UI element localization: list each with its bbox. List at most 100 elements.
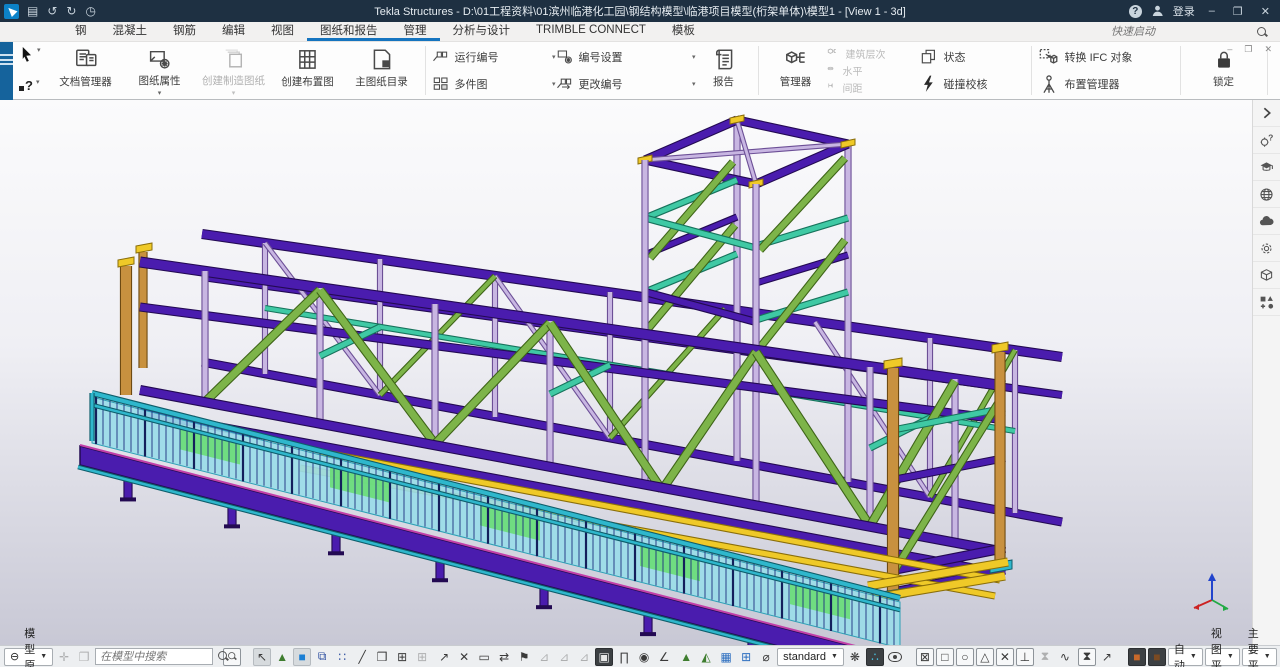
origin-icon: ⊖ <box>10 650 19 663</box>
tab-混凝土[interactable]: 混凝土 <box>100 22 161 41</box>
context-help[interactable]: ? <box>1253 127 1280 154</box>
select-marks[interactable]: ⚑ <box>515 648 533 666</box>
restore-button[interactable]: ❐ <box>1229 5 1247 18</box>
ribbon-button-多件图[interactable]: 多件图▾ <box>432 72 556 96</box>
tab-管理[interactable]: 管理 <box>391 22 440 41</box>
select-lines[interactable]: ╱ <box>353 648 371 666</box>
save-button[interactable]: ▤ <box>27 0 38 22</box>
select-points[interactable]: ⧉ <box>313 648 331 666</box>
ribbon-button-窗口[interactable]: 窗口▾ <box>1274 44 1280 97</box>
steel-structure-model[interactable] <box>0 100 1252 645</box>
snap-midpoint[interactable]: △ <box>976 648 994 666</box>
ribbon-button-状态[interactable]: 状态 <box>919 45 1025 69</box>
ribbon-button-创建布置图[interactable]: 创建布置图 <box>271 44 345 97</box>
select-filter-e[interactable]: ⌀ <box>757 648 775 666</box>
inquire-tool[interactable]: ? ▾ <box>19 78 41 93</box>
quick-launch-search-icon[interactable] <box>1257 27 1268 38</box>
menu-icon[interactable] <box>0 54 13 65</box>
ribbon-button-label: 报告 <box>713 74 734 89</box>
select-assemblies[interactable]: ❒ <box>373 648 391 666</box>
tab-图纸和报告[interactable]: 图纸和报告 <box>307 22 391 41</box>
work-plane-dropdown[interactable]: 视图平面▼ <box>1205 648 1240 666</box>
expand-panel[interactable] <box>1253 100 1280 127</box>
ortho-toggle[interactable]: ■ <box>1128 648 1146 666</box>
relative-toggle[interactable]: ■ <box>1148 648 1166 666</box>
select-bolts[interactable]: ∏ <box>615 648 633 666</box>
quick-launch-input[interactable] <box>1109 25 1249 39</box>
tab-分析与设计[interactable]: 分析与设计 <box>440 22 524 41</box>
model[interactable] <box>1253 262 1280 289</box>
ribbon-button-碰撞校核[interactable]: 碰撞校核 <box>919 72 1025 96</box>
model-search-input[interactable] <box>95 648 213 665</box>
ribbon-button-图纸属性[interactable]: 图纸属性▾ <box>123 44 197 97</box>
select-rebar-2: ⊿ <box>555 648 573 666</box>
tab-编辑[interactable]: 编辑 <box>209 22 258 41</box>
select-grids[interactable]: ∷ <box>333 648 351 666</box>
close-button[interactable]: ✕ <box>1257 5 1274 18</box>
user-icon[interactable] <box>1152 5 1163 17</box>
selection-filter-dropdown[interactable]: standard▼ <box>777 648 844 666</box>
select-parts[interactable]: ▲ <box>273 648 291 666</box>
minimize-button[interactable]: – <box>1205 5 1219 17</box>
select-cuts[interactable]: ✕ <box>455 648 473 666</box>
main-plane-dropdown[interactable]: 主要平面▼ <box>1242 648 1277 666</box>
applications-components[interactable] <box>1253 289 1280 316</box>
ribbon-button-报告[interactable]: 报告 <box>696 44 752 97</box>
snap-points[interactable]: ∴ <box>866 648 884 666</box>
select-distances[interactable]: ∠ <box>655 648 673 666</box>
select-single-bolts[interactable]: ◉ <box>635 648 653 666</box>
ribbon-button-转换 IFC 对象[interactable]: 转换 IFC 对象 <box>1038 45 1174 69</box>
select-welds[interactable]: ↗ <box>435 648 453 666</box>
select-filter-a[interactable]: ▲ <box>677 648 695 666</box>
login-button[interactable]: 登录 <box>1173 3 1195 19</box>
tekla-warehouse[interactable] <box>1253 208 1280 235</box>
model-origin-dropdown[interactable]: ⊖模型原点▼ <box>4 648 53 666</box>
select-tool[interactable]: ▾ <box>19 46 41 63</box>
tekla-online[interactable] <box>1253 181 1280 208</box>
snap-perpendicular[interactable]: ⊥ <box>1016 648 1034 666</box>
ribbon-minimize-icon[interactable]: – <box>1227 44 1232 55</box>
snap-reference[interactable]: ⊠ <box>916 648 934 666</box>
tab-钢筋[interactable]: 钢筋 <box>160 22 209 41</box>
select-views[interactable]: ▭ <box>475 648 493 666</box>
visibility-toggle-1[interactable] <box>886 648 904 666</box>
ribbon-close-icon[interactable]: ✕ <box>1264 44 1272 55</box>
select-surfaces[interactable]: ■ <box>293 648 311 666</box>
history-button[interactable]: ◷ <box>85 0 95 22</box>
select-plates[interactable]: ▣ <box>595 648 613 666</box>
ribbon-button-建筑层次: 建筑层次 <box>827 46 919 61</box>
select-filter-c[interactable]: ▦ <box>717 648 735 666</box>
mastercat-icon <box>369 47 395 73</box>
learning[interactable] <box>1253 154 1280 181</box>
settings[interactable] <box>1253 235 1280 262</box>
tab-TRIMBLE CONNECT[interactable]: TRIMBLE CONNECT <box>523 22 659 41</box>
select-components[interactable]: ⊞ <box>393 648 411 666</box>
select-all[interactable]: ↖ <box>253 648 271 666</box>
snap-override-1[interactable]: ⧗ <box>1078 648 1096 666</box>
snap-nearest[interactable]: ○ <box>956 648 974 666</box>
select-filter-d[interactable]: ⊞ <box>737 648 755 666</box>
ribbon-button-主图纸目录[interactable]: 主图纸目录 <box>345 44 419 97</box>
tab-钢[interactable]: 钢 <box>62 22 100 41</box>
ribbon-button-更改编号[interactable]: 更改编号▾ <box>556 72 696 96</box>
ribbon-button-文档管理器[interactable]: 文档管理器 <box>49 44 123 97</box>
snap-freehand[interactable]: ∿ <box>1056 648 1074 666</box>
undo-button[interactable]: ↺ <box>47 0 57 22</box>
snap-geometry[interactable]: □ <box>936 648 954 666</box>
ribbon-button-编号设置[interactable]: 编号设置▾ <box>556 45 696 69</box>
tab-视图[interactable]: 视图 <box>258 22 307 41</box>
select-fittings[interactable]: ⇄ <box>495 648 513 666</box>
plane-mode-dropdown[interactable]: 自动▼ <box>1168 648 1203 666</box>
redo-button[interactable]: ↻ <box>66 0 76 22</box>
ribbon-button-布置管理器[interactable]: 布置管理器 <box>1038 72 1174 96</box>
select-filter-b[interactable]: ◭ <box>697 648 715 666</box>
ribbon-button-运行编号[interactable]: 运行编号▾ <box>432 45 556 69</box>
snap-override-2[interactable]: ↗ <box>1098 648 1116 666</box>
help-icon[interactable]: ? <box>1129 5 1142 18</box>
ribbon-restore-icon[interactable]: ❐ <box>1244 44 1252 55</box>
ribbon-button-管理器[interactable]: 管理器 <box>765 44 827 97</box>
snap-settings[interactable]: ❋ <box>846 648 864 666</box>
snap-intersection[interactable]: ✕ <box>996 648 1014 666</box>
tab-模板[interactable]: 模板 <box>659 22 708 41</box>
model-viewport[interactable] <box>0 100 1252 645</box>
